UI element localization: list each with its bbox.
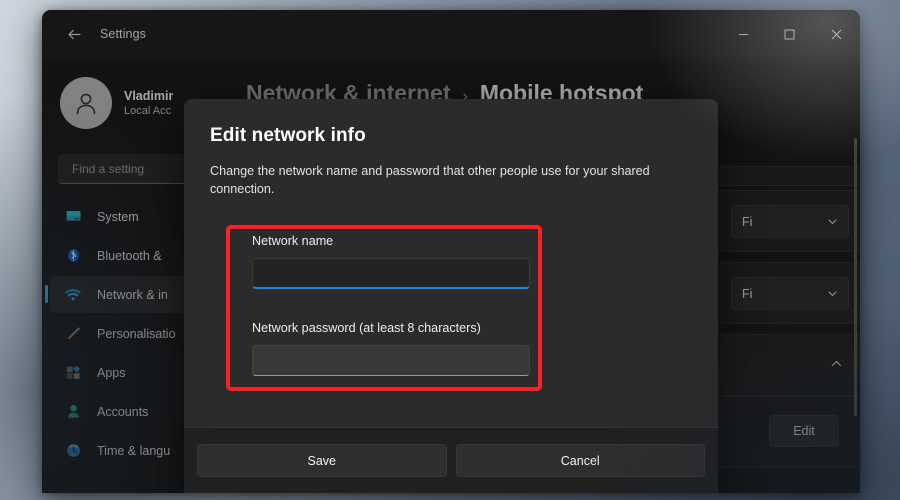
network-name-field-group: Network name [252, 234, 530, 289]
network-name-input[interactable] [252, 258, 530, 289]
dialog-footer: Save Cancel [184, 427, 718, 493]
edit-network-info-dialog: Edit network info Change the network nam… [184, 99, 718, 493]
desktop-background: Settings [0, 0, 900, 500]
dialog-description: Change the network name and password tha… [210, 163, 696, 199]
settings-window: Settings [42, 10, 860, 493]
cancel-button[interactable]: Cancel [456, 444, 706, 477]
network-password-input[interactable] [252, 345, 530, 376]
network-password-label: Network password (at least 8 characters) [252, 321, 530, 335]
dialog-title: Edit network info [210, 125, 692, 147]
network-name-label: Network name [252, 234, 530, 248]
save-button[interactable]: Save [197, 444, 447, 477]
network-password-field-group: Network password (at least 8 characters) [252, 321, 530, 376]
